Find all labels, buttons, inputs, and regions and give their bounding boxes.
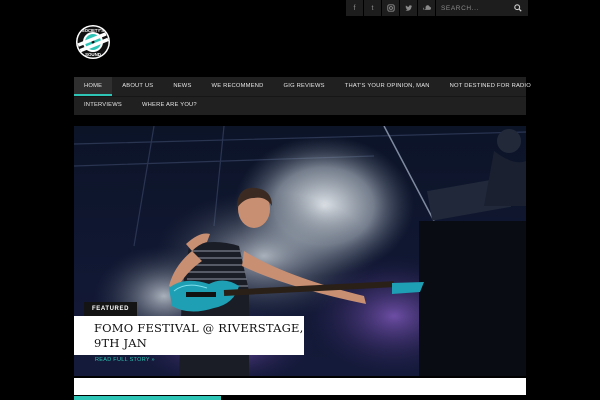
nav-row-2: INTERVIEWS WHERE ARE YOU? [74,96,526,115]
soundcloud-glyph [422,5,431,10]
search-box [436,0,528,16]
logo-top-text: SOCIETY'S [82,28,104,33]
twitter-glyph [404,5,412,11]
nav-item-thats-your-opinion[interactable]: THAT'S YOUR OPINION, MAN [335,77,440,96]
read-full-story-link[interactable]: READ FULL STORY » [95,357,155,363]
nav-row-1: HOME ABOUT US NEWS WE RECOMMEND GIG REVI… [74,77,531,96]
search-input[interactable] [436,0,512,16]
nav-item-home[interactable]: HOME [74,77,113,96]
twitter-icon[interactable] [399,0,417,16]
logo-bottom-text: SOUND [85,52,101,57]
accent-line [74,396,221,400]
story-title[interactable]: FOMO FESTIVAL @ RIVERSTAGE, 9TH JAN [94,321,304,351]
tumblr-glyph: t [371,4,374,12]
facebook-glyph: f [353,4,356,12]
search-icon[interactable] [514,4,522,12]
site-logo[interactable]: SOCIETY'S SOUND [75,24,111,60]
story-caption[interactable]: FOMO FESTIVAL @ RIVERSTAGE, 9TH JAN [74,316,304,355]
nav-item-not-destined-for-radio[interactable]: NOT DESTINED FOR RADIO [440,77,541,96]
nav-item-gig-reviews[interactable]: GIG REVIEWS [274,77,335,96]
instagram-glyph [386,4,395,12]
nav-item-where-are-you[interactable]: WHERE ARE YOU? [132,96,207,115]
facebook-icon[interactable]: f [345,0,363,16]
top-bar: f t [345,0,528,16]
nav-item-interviews[interactable]: INTERVIEWS [74,96,132,115]
featured-tag: FEATURED [84,302,138,316]
tumblr-icon[interactable]: t [363,0,381,16]
main-nav: HOME ABOUT US NEWS WE RECOMMEND GIG REVI… [74,77,531,115]
nav-item-news[interactable]: NEWS [163,77,201,96]
instagram-icon[interactable] [381,0,399,16]
nav-item-about-us[interactable]: ABOUT US [112,77,163,96]
nav-item-we-recommend[interactable]: WE RECOMMEND [202,77,274,96]
content-strip [74,378,526,395]
soundcloud-icon[interactable] [417,0,435,16]
